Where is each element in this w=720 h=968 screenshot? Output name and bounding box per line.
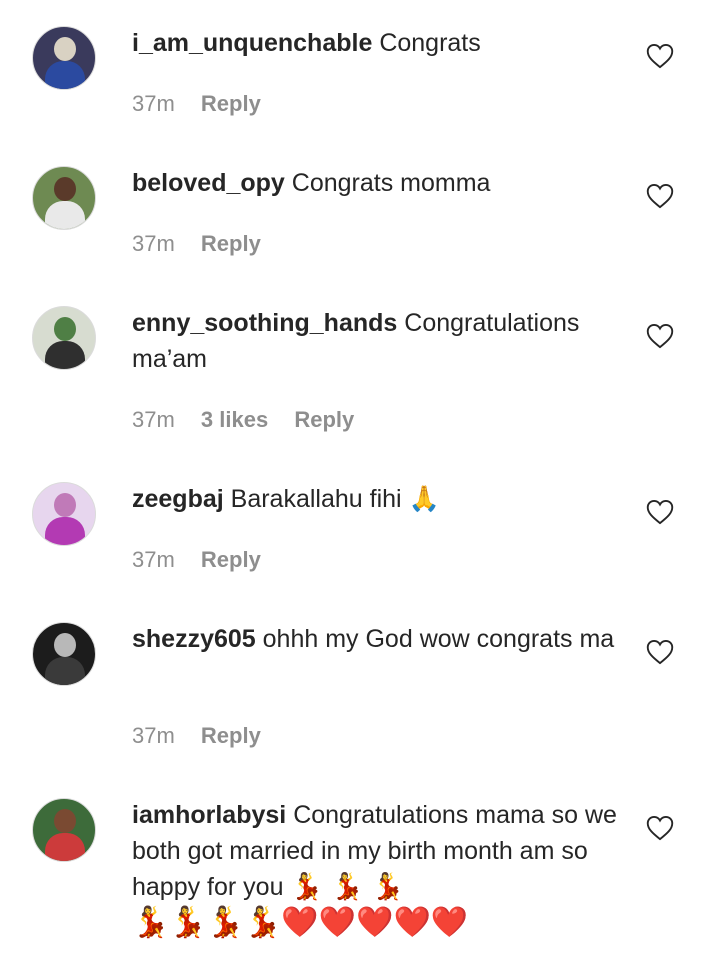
reply-button[interactable]: Reply xyxy=(294,407,354,432)
heart-outline-icon[interactable] xyxy=(646,183,674,209)
comments-list: i_am_unquenchable Congrats 37m Reply bel… xyxy=(0,0,720,968)
avatar[interactable] xyxy=(32,482,96,546)
avatar-body xyxy=(45,61,85,89)
likes-count[interactable]: 3 likes xyxy=(201,407,268,432)
heart-outline-icon[interactable] xyxy=(646,639,674,665)
avatar-body xyxy=(45,657,85,685)
emoji-line: 💃💃💃💃❤️❤️❤️❤️❤️ xyxy=(132,905,469,940)
comment-time: 37m xyxy=(132,231,175,256)
avatar-body xyxy=(45,201,85,229)
comment-meta: 37m 3 likes Reply xyxy=(132,405,374,435)
comment-text: shezzy605 ohhh my God wow congrats ma xyxy=(132,621,622,657)
reply-button[interactable]: Reply xyxy=(201,231,261,256)
avatar[interactable] xyxy=(32,166,96,230)
reply-button[interactable]: Reply xyxy=(201,91,261,116)
comment-meta: 37m Reply xyxy=(132,89,281,119)
avatar[interactable] xyxy=(32,306,96,370)
avatar-head xyxy=(54,633,76,657)
avatar[interactable] xyxy=(32,798,96,862)
comment-body: ohhh my God wow congrats ma xyxy=(262,625,615,653)
comment-meta: 37m Reply xyxy=(132,721,281,751)
comment-text: iamhorlabysi Congratulations mama so we … xyxy=(132,797,622,942)
heart-outline-icon[interactable] xyxy=(646,815,674,841)
comment-username[interactable]: beloved_opy xyxy=(132,169,285,197)
comment-time: 37m xyxy=(132,407,175,432)
comment-time: 37m xyxy=(132,91,175,116)
comment-meta: 37m Reply xyxy=(132,229,281,259)
dancer-emoji-group: 💃 💃 💃 xyxy=(290,872,405,902)
avatar-body xyxy=(45,833,85,861)
comment-time: 37m xyxy=(132,547,175,572)
comment-body: Congrats momma xyxy=(291,169,491,197)
avatar[interactable] xyxy=(32,26,96,90)
avatar-head xyxy=(54,809,76,833)
avatar-body xyxy=(45,341,85,369)
comment-text: i_am_unquenchable Congrats xyxy=(132,25,622,61)
reply-button[interactable]: Reply xyxy=(201,547,261,572)
avatar[interactable] xyxy=(32,622,96,686)
comment-body: Congrats xyxy=(379,29,481,57)
comment-time: 37m xyxy=(132,723,175,748)
reply-button[interactable]: Reply xyxy=(201,723,261,748)
pray-emoji: 🙏 xyxy=(408,484,440,513)
avatar-head xyxy=(54,493,76,517)
avatar-body xyxy=(45,517,85,545)
comment-username[interactable]: shezzy605 xyxy=(132,625,256,653)
comment-text: enny_soothing_hands Congratulations ma’a… xyxy=(132,305,622,377)
heart-outline-icon[interactable] xyxy=(646,43,674,69)
heart-outline-icon[interactable] xyxy=(646,499,674,525)
avatar-head xyxy=(54,177,76,201)
comment-username[interactable]: zeegbaj xyxy=(132,485,224,513)
comment-username[interactable]: i_am_unquenchable xyxy=(132,29,372,57)
comment-username[interactable]: iamhorlabysi xyxy=(132,801,286,829)
heart-outline-icon[interactable] xyxy=(646,323,674,349)
comment-text: beloved_opy Congrats momma xyxy=(132,165,622,201)
avatar-head xyxy=(54,37,76,61)
comment-meta: 37m Reply xyxy=(132,545,281,575)
comment-body: Barakallahu fihi xyxy=(230,485,402,513)
avatar-head xyxy=(54,317,76,341)
comment-username[interactable]: enny_soothing_hands xyxy=(132,309,397,337)
comment-text: zeegbaj Barakallahu fihi 🙏 xyxy=(132,481,622,517)
